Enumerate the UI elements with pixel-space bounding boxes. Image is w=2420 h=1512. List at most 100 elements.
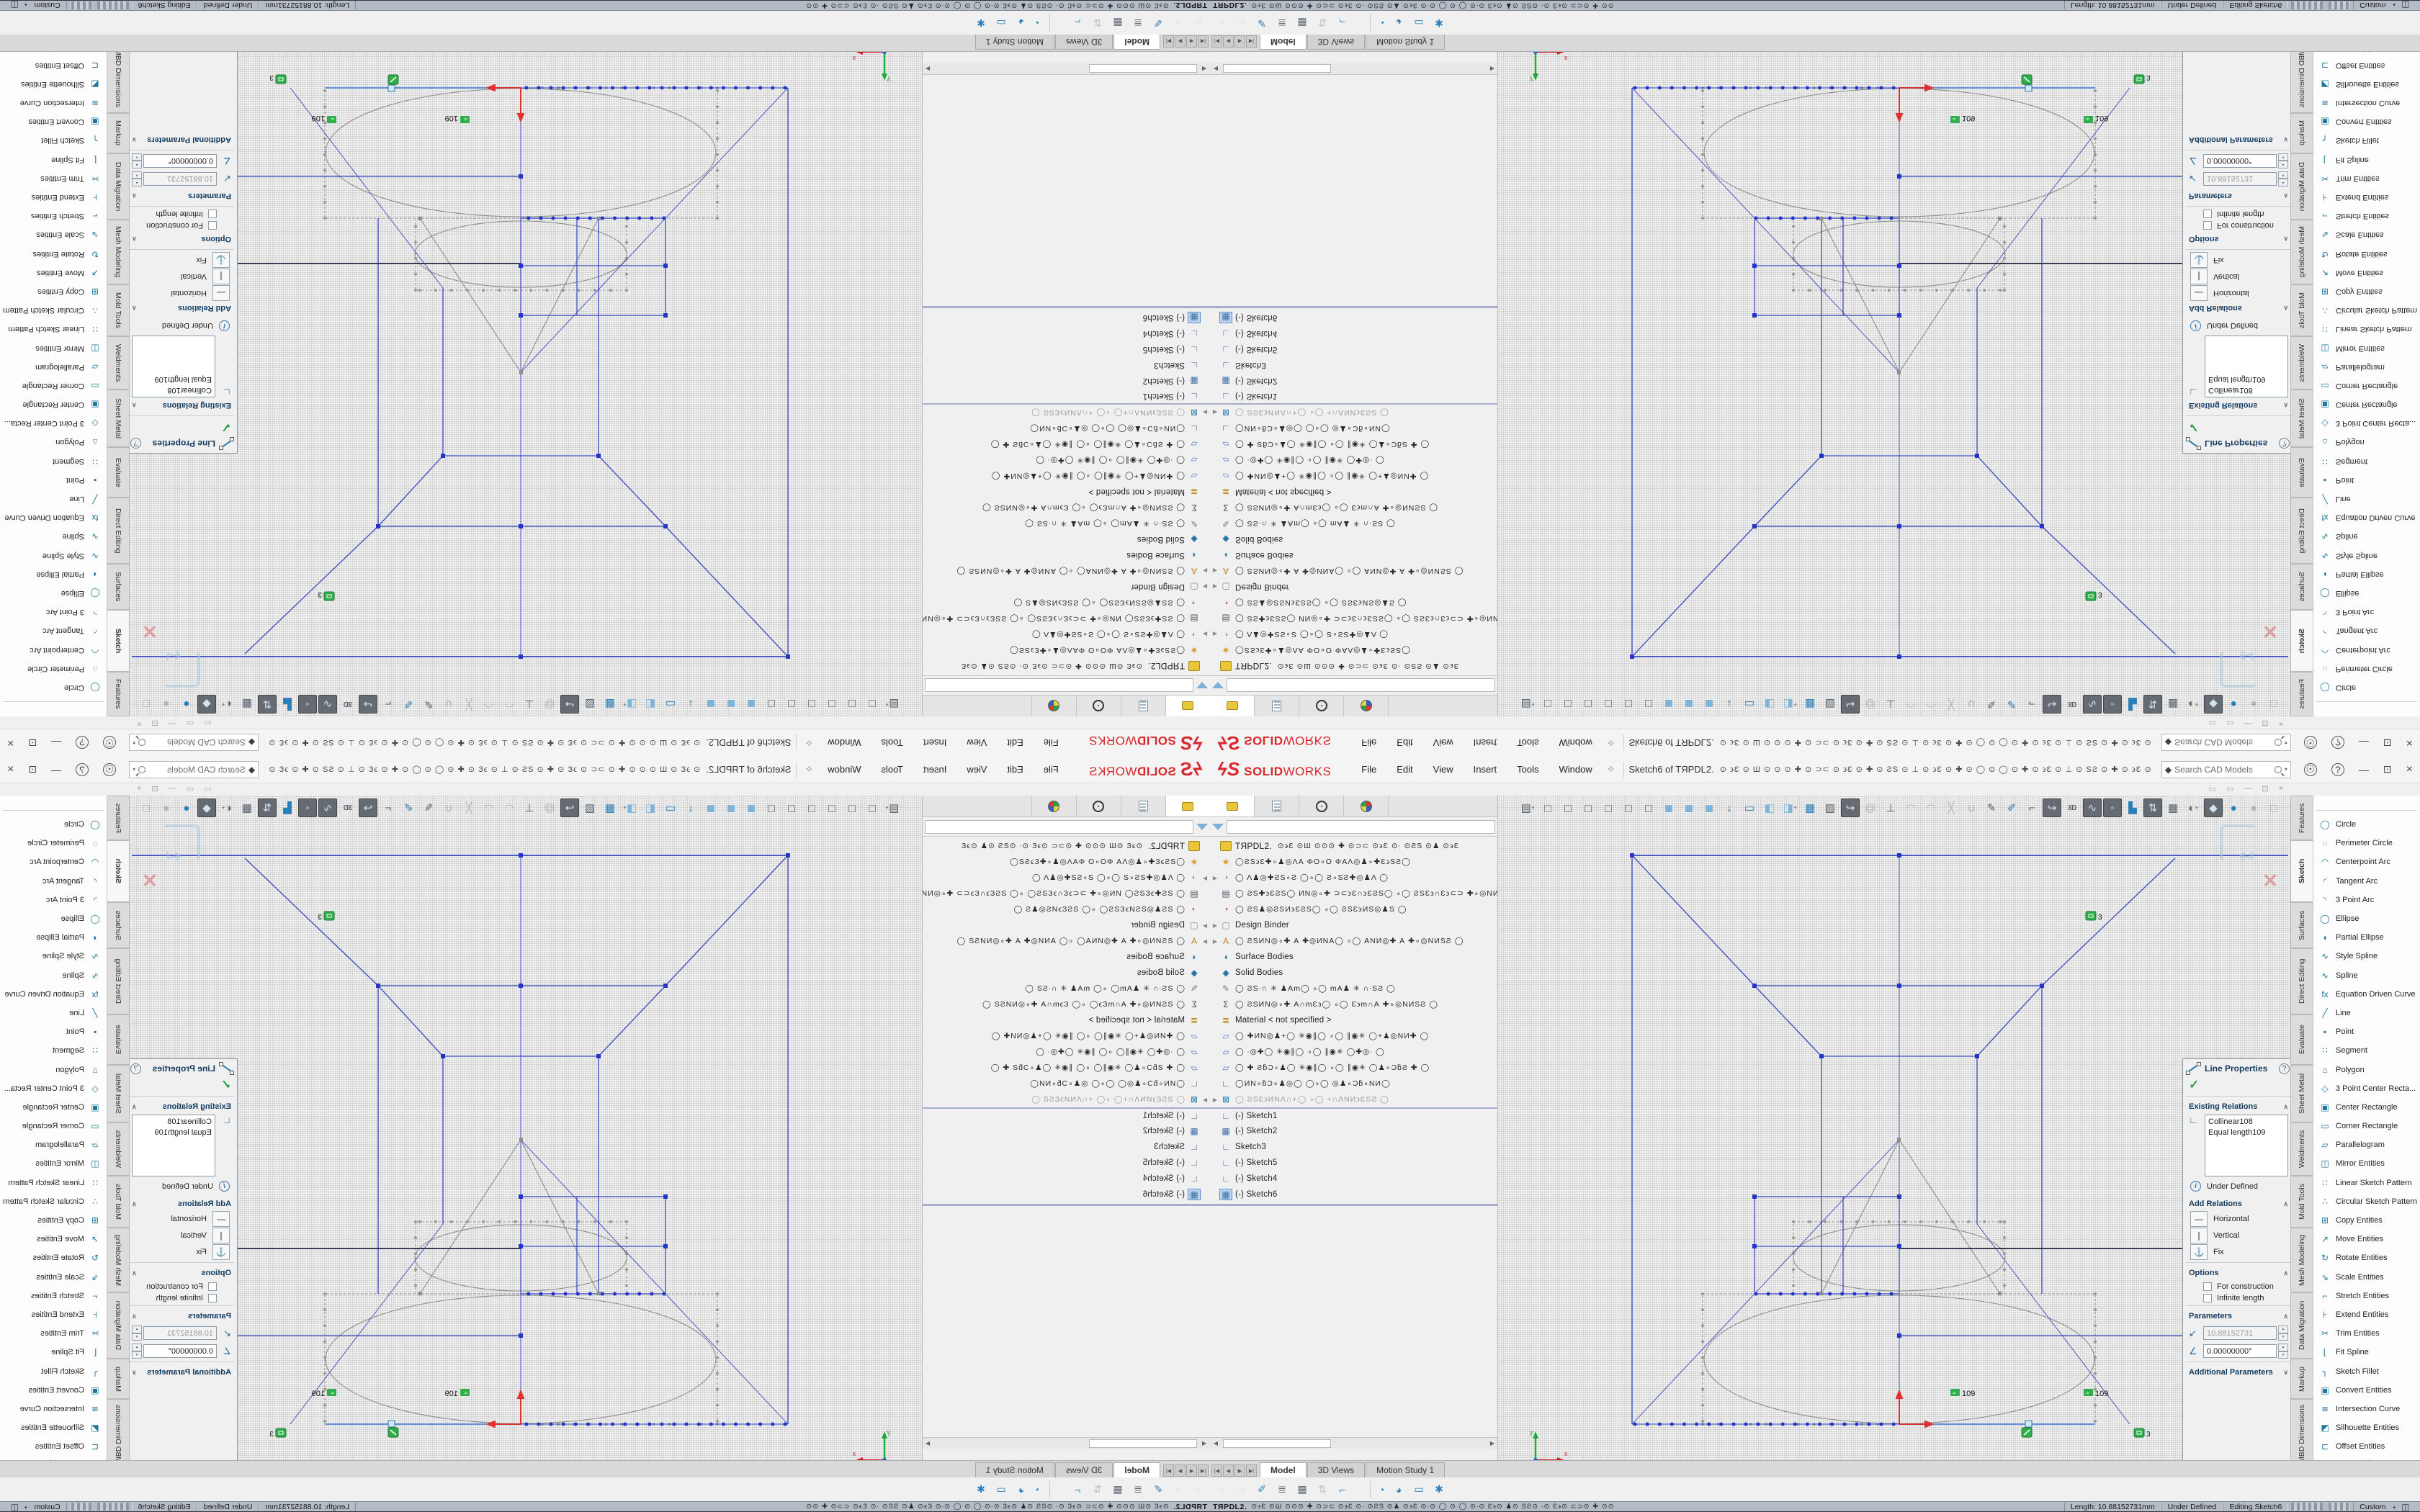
tree-item[interactable]: ≣ Material < not specified >: [923, 1012, 1210, 1028]
sketch-tool-item[interactable]: ⊞ Copy Entities: [0, 282, 107, 301]
expand-icon[interactable]: ∨: [132, 136, 137, 144]
command-tab[interactable]: Mold Tools: [2290, 1176, 2313, 1228]
tree-item[interactable]: ▱ ◯ ✚ИΝ◎♟+◯ ✳◉∥◯ ∘◯ ∥◉✳ ◯+♟◎ΝИ✚ ◯: [923, 1028, 1210, 1044]
add-relations-header[interactable]: Add Relations ∧: [2183, 302, 2294, 316]
relation-button[interactable]: ⚓ Fix: [2190, 252, 2287, 268]
sketch-tool-item[interactable]: ⇘ Scale Entities: [0, 1268, 107, 1287]
tree-item[interactable]: ∟ (-) Sketch5: [1210, 1155, 1497, 1171]
option-row[interactable]: Infinite length: [133, 210, 217, 218]
sketch-tool-item[interactable]: ◖ Partial Ellipse: [2313, 565, 2420, 584]
tab-nav-button[interactable]: ◀: [1223, 35, 1234, 48]
scroll-thumb[interactable]: [1089, 1439, 1197, 1448]
sketch-tool-item[interactable]: ◠ Centerpoint Arc: [0, 640, 107, 659]
tree-item[interactable]: ▶ ▢ Design Binder: [923, 917, 1210, 933]
sketch-tool-item[interactable]: ↻ Rotate Entities: [2313, 245, 2420, 264]
display-toolbar-icon[interactable]: ▦: [1294, 1481, 1311, 1498]
expand-arrow-icon[interactable]: ▶: [1200, 938, 1210, 945]
menu-item[interactable]: Edit: [997, 761, 1033, 778]
tree-item[interactable]: ∟ Sketch3: [1210, 357, 1497, 373]
tree-item[interactable]: ∟ (-) Sketch5: [923, 341, 1210, 357]
tree-item[interactable]: ▱ ◯ ✚ИΝ◎♟+◯ ✳◉∥◯ ∘◯ ∥◉✳ ◯+♟◎ΝИ✚ ◯: [1210, 1028, 1497, 1044]
sketch-tool-item[interactable]: ✂ Trim Entities: [0, 169, 107, 188]
search-box[interactable]: ◆ Search CAD Models ▾: [129, 761, 259, 778]
sketch-tool-item[interactable]: ✂ Trim Entities: [2313, 1324, 2420, 1343]
sketch-tool-item[interactable]: ∷ Segment: [2313, 452, 2420, 471]
sketch-tool-item[interactable]: fx Equation Driven Curve: [2313, 985, 2420, 1004]
search-icon[interactable]: [2275, 766, 2282, 773]
sketch-tool-item[interactable]: ▣ Center Rectangle: [0, 1098, 107, 1117]
tree-item[interactable]: ≣ Material < not specified >: [1210, 1012, 1497, 1028]
tree-item[interactable]: ▶ ⊠ ◯ ƧSƐ϶ИΝΛ∩+◯ ∘◯ +∩ΛΝИ϶ƐSƧ ◯: [1210, 1092, 1497, 1107]
command-tab[interactable]: Sheet Metal: [107, 390, 130, 447]
document-tab[interactable]: Motion Study 1: [975, 35, 1054, 50]
tree-filter-input[interactable]: [925, 820, 1193, 834]
propertymanager-tab[interactable]: [1121, 696, 1165, 716]
scroll-left-icon[interactable]: ◀: [1210, 64, 1222, 74]
checkbox[interactable]: [2203, 221, 2212, 230]
command-tab[interactable]: Surfaces: [2290, 564, 2313, 610]
sketch-tool-item[interactable]: fx Equation Driven Curve: [0, 508, 107, 527]
scroll-track[interactable]: [1222, 1439, 1487, 1448]
tree-horizontal-scrollbar[interactable]: ◀ ▶: [922, 63, 1210, 75]
options-header[interactable]: Options ∧: [126, 233, 237, 247]
angle-spinner[interactable]: ▴▾: [132, 1344, 142, 1359]
sketch-tool-item[interactable]: ∷ Segment: [2313, 1041, 2420, 1060]
sketch-tool-item[interactable]: ◩ Silhouette Entities: [2313, 1418, 2420, 1437]
user-account-icon[interactable]: ☉: [103, 763, 116, 776]
sketch-tool-item[interactable]: ◜ Tangent Arc: [2313, 872, 2420, 891]
command-tab[interactable]: Evaluate: [2290, 1014, 2313, 1065]
unit-system-dropdown[interactable]: Custom ▴: [19, 1, 67, 10]
command-tab[interactable]: Markup: [107, 113, 130, 153]
display-toolbar-icon[interactable]: ◌: [1233, 1481, 1250, 1498]
close-button[interactable]: ×: [7, 763, 14, 776]
sketch-tool-item[interactable]: ▪ Point: [0, 471, 107, 490]
length-spinner[interactable]: ▴▾: [2278, 1326, 2288, 1341]
restore-button[interactable]: ⊡: [28, 763, 37, 775]
collapse-icon[interactable]: ∧: [132, 305, 137, 312]
sketch-tool-item[interactable]: ◝ 3 Point Arc: [0, 603, 107, 621]
sketch-tool-item[interactable]: ▪ Point: [2313, 471, 2420, 490]
search-icon[interactable]: [138, 739, 145, 747]
angle-spinner[interactable]: ▴▾: [2278, 153, 2288, 168]
cancel-sketch-icon[interactable]: ×: [2263, 619, 2277, 644]
quick-access-toolbar-icons[interactable]: ⊙ ϶Ɛ ⊙ Ш ⊙ ⊙ ⊙ ✚ ⊙ ⊃⊂ ⊙ ϶Ɛ ⊙ ✚ ⊙ ƧS ⊙ ⊥ …: [1720, 738, 2156, 747]
ok-button[interactable]: ✓: [221, 420, 231, 434]
existing-relations-header[interactable]: Existing Relations ∧: [2183, 1099, 2294, 1113]
sketch-tool-item[interactable]: ⌊ Fit Spline: [2313, 150, 2420, 169]
tree-item[interactable]: ∟ ◯ИΝ∘ƃƆ∘♟◎◯ ◯∘◯ ◎♟∘Ɔƃ∘ΝИ◯: [923, 420, 1210, 436]
tree-item[interactable]: ∟ (-) Sketch4: [923, 1171, 1210, 1187]
expand-arrow-icon[interactable]: ▶: [1210, 584, 1220, 590]
tree-item[interactable]: ∟ Sketch3: [923, 357, 1210, 373]
sketch-tool-item[interactable]: ▣ Convert Entities: [2313, 112, 2420, 131]
sketch-tool-item[interactable]: ∷ Linear Sketch Pattern: [2313, 320, 2420, 338]
unit-system-dropdown[interactable]: Custom ▴: [2353, 1, 2401, 10]
child-window-control[interactable]: ▭: [187, 719, 194, 728]
graphics-area[interactable]: ▤◻◻◻◻◻◻◼◼◼↓▭◧◨▦▨↪@⊥◠◠╳∪✎✐⌐↪3D∿◦▙⇅▦◐◆●●◻: [130, 796, 922, 1462]
sketch-tool-item[interactable]: ▱ Parallelogram: [0, 1135, 107, 1154]
length-spinner[interactable]: ▴▾: [132, 1326, 142, 1341]
sketch-tool-item[interactable]: ⊞ Copy Entities: [2313, 282, 2420, 301]
option-row[interactable]: For construction: [2203, 1282, 2287, 1291]
child-window-control[interactable]: ×: [2279, 719, 2283, 728]
child-window-control[interactable]: ▭: [2226, 784, 2233, 793]
minimize-button[interactable]: —: [2359, 737, 2369, 749]
display-toolbar-icon[interactable]: ◔: [1033, 14, 1050, 32]
command-tab[interactable]: Sketch: [2290, 840, 2313, 902]
sketch-tool-item[interactable]: ⌊ Fit Spline: [0, 150, 107, 169]
relation-item[interactable]: Equal length109: [2208, 1128, 2285, 1138]
tab-nav-button[interactable]: ◀: [1186, 1464, 1197, 1477]
command-tab[interactable]: Features: [2290, 796, 2313, 840]
relation-item[interactable]: Equal length109: [135, 1128, 212, 1138]
command-tab[interactable]: MBD Dimensions: [107, 1399, 130, 1468]
menu-item[interactable]: Tools: [1507, 734, 1549, 751]
menu-item[interactable]: Window: [817, 734, 871, 751]
child-window-control[interactable]: ⊡: [2262, 719, 2268, 728]
graphics-area[interactable]: ▤◻◻◻◻◻◻◼◼◼↓▭◧◨▦▨↪@⊥◠◠╳∪✎✐⌐↪3D∿◦▙⇅▦◐◆●●◻: [130, 50, 922, 716]
scroll-right-icon[interactable]: ▶: [1487, 64, 1498, 74]
sketch-tool-item[interactable]: ∴ Circular Sketch Pattern: [0, 301, 107, 320]
sketch-tool-item[interactable]: ⌂ Polygon: [0, 433, 107, 451]
tree-item[interactable]: ▶ ⊠ ◯ ƧSƐ϶ИΝΛ∩+◯ ∘◯ +∩ΛΝИ϶ƐSƧ ◯: [923, 405, 1210, 420]
user-account-icon[interactable]: ☉: [103, 737, 116, 750]
display-toolbar-icon[interactable]: ✱: [1430, 14, 1448, 32]
scroll-left-icon[interactable]: ◀: [1198, 1439, 1210, 1449]
